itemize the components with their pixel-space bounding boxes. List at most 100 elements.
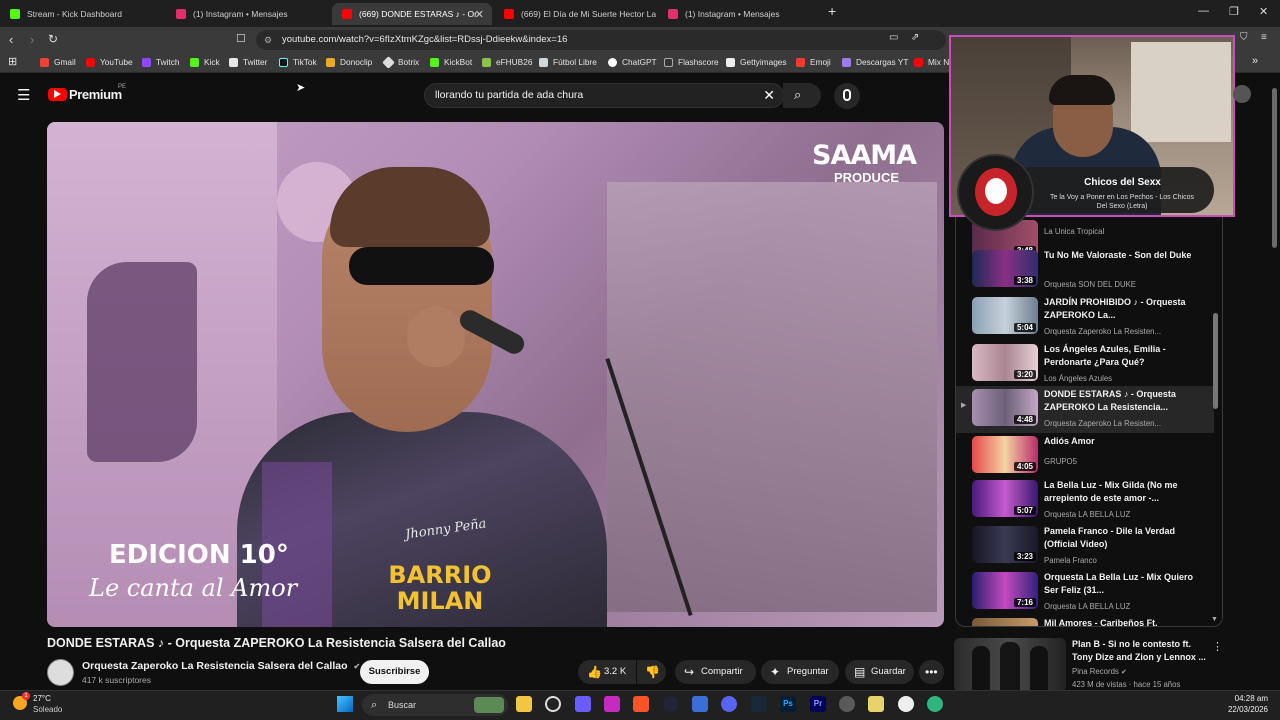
playlist-item[interactable]: 5:07 La Bella Luz - Mix Gilda (No me arr… (956, 477, 1214, 524)
playlist-item[interactable]: 7:16 Orquesta La Bella Luz - Mix Quiero … (956, 569, 1214, 616)
ask-button[interactable]: ✦ Preguntar (761, 660, 839, 684)
bookmark-descargas-yt[interactable]: Descargas YT (842, 57, 908, 67)
edge-icon[interactable] (927, 696, 943, 712)
bookmark-gettyimages[interactable]: Gettyimages (726, 57, 787, 67)
media-player-icon[interactable] (898, 696, 914, 712)
tab-youtube-active[interactable]: (669) DONDE ESTARAS ♪ - Or ✕ (332, 3, 492, 25)
bookmark-youtube[interactable]: YouTube (86, 57, 133, 67)
apps-grid-icon[interactable]: ⊞ (8, 55, 17, 68)
bookmark-icon[interactable]: ☐ (236, 32, 246, 45)
share-button[interactable]: ↪ Compartir (675, 660, 756, 684)
playlist-item[interactable]: 5:04 JARDÍN PROHIBIDO ♪ - Orquesta ZAPER… (956, 294, 1214, 341)
photoshop-icon[interactable]: Ps (780, 696, 796, 712)
windows-start-icon[interactable] (337, 696, 353, 712)
bookmark-kick[interactable]: Kick (190, 57, 220, 67)
page-scrollbar[interactable] (1272, 88, 1277, 248)
playlist-item[interactable]: 3:20 Los Ángeles Azules, Emilia - Perdon… (956, 341, 1214, 388)
cast-icon[interactable]: ▭ (889, 32, 898, 43)
extension-shield-icon[interactable]: ⛉ (1240, 32, 1248, 43)
brave-browser-icon[interactable] (633, 696, 649, 712)
bookmark-tiktok[interactable]: TikTok (279, 57, 317, 67)
more-bookmarks-icon[interactable]: » (1252, 55, 1258, 67)
bookmark-emoji[interactable]: Emoji (796, 57, 831, 67)
app-icon[interactable] (575, 696, 591, 712)
weather-description[interactable]: Soleado (33, 705, 62, 714)
url-field[interactable]: ⚙ youtube.com/watch?v=6fIzXtmKZgc&list=R… (256, 30, 946, 50)
app-icon[interactable] (663, 696, 679, 712)
tab-youtube-2[interactable]: (669) El Día de Mi Suerte Hector Lav (494, 3, 656, 25)
descargas-yt-icon (842, 57, 851, 67)
tab-kick-dashboard[interactable]: Stream - Kick Dashboard (0, 3, 165, 25)
bookmark-donoclip[interactable]: Donoclip (326, 57, 372, 67)
tab-instagram[interactable]: (1) Instagram • Mensajes (166, 3, 331, 25)
recommended-meta: 423 M de vistas · hace 15 años (1072, 680, 1181, 689)
playlist-title: Los Ángeles Azules, Emilia - Perdonarte … (1044, 344, 1166, 367)
steam-icon[interactable] (751, 696, 767, 712)
tab-instagram-2[interactable]: (1) Instagram • Mensajes (658, 3, 820, 25)
playlist-item[interactable]: 4:05 Adiós Amor GRUPO5 (956, 433, 1214, 480)
site-info-icon[interactable]: ⚙ (264, 30, 272, 50)
restore-icon[interactable]: ❐ (1229, 5, 1239, 18)
search-input[interactable]: llorando tu partida de ada chura ✕ (424, 83, 784, 108)
hamburger-menu-icon[interactable]: ☰ (17, 86, 30, 104)
sunglasses (349, 247, 494, 285)
taskbar-date[interactable]: 22/03/2026 (1220, 705, 1268, 714)
recommended-title[interactable]: Plan B - Si no le contesto ft. Tony Dize… (1072, 638, 1207, 664)
search-button[interactable]: ⌕ (783, 83, 821, 108)
reload-icon[interactable]: ↻ (48, 32, 58, 46)
taskbar-time[interactable]: 04:28 am (1230, 694, 1268, 703)
taskbar-search[interactable]: ⌕ Buscar (362, 694, 508, 716)
video-player[interactable]: SAAMA PRODUCE EDICION 10° Le canta al Am… (47, 122, 944, 627)
scroll-down-icon[interactable]: ▼ (1211, 616, 1218, 623)
share-page-icon[interactable]: ⇗ (911, 32, 919, 43)
voice-search-button[interactable] (834, 83, 860, 109)
subscribe-button[interactable]: Suscribirse (360, 660, 429, 684)
channel-name[interactable]: Orquesta Zaperoko La Resistencia Salsera… (82, 660, 360, 672)
recommended-thumbnail[interactable] (954, 638, 1066, 692)
bookmark-twitter[interactable]: Twitter (229, 57, 267, 67)
file-explorer-icon[interactable] (516, 696, 532, 712)
like-button[interactable]: 👍 3.2 K (578, 660, 636, 684)
bookmark-flashscore[interactable]: Flashscore (664, 57, 719, 67)
bookmark-gmail[interactable]: Gmail (40, 57, 76, 67)
premiere-icon[interactable]: Pr (810, 696, 826, 712)
dislike-button[interactable]: 👎 (637, 660, 666, 684)
minimize-icon[interactable]: — (1198, 5, 1209, 17)
playlist-item[interactable]: Mil Amores - Caribeños Ft. (956, 615, 1214, 626)
bookmark-efhub[interactable]: eFHUB26 (482, 57, 532, 67)
bookmark-mix[interactable]: Mix N (914, 57, 949, 67)
forward-icon[interactable]: › (30, 32, 34, 47)
close-tab-icon[interactable]: ✕ (475, 8, 484, 21)
github-icon[interactable] (545, 696, 561, 712)
bookmark-botrix[interactable]: Botrix (382, 55, 419, 69)
playlist-item[interactable]: 3:23 Pamela Franco - Dile la Verdad (Off… (956, 523, 1214, 570)
user-avatar[interactable] (1233, 85, 1251, 103)
bookmark-chatgpt[interactable]: ChatGPT (608, 57, 657, 67)
notepad-icon[interactable] (868, 696, 884, 712)
recommended-channel[interactable]: Pina Records ✔ (1072, 667, 1127, 676)
playlist-scrollbar[interactable] (1213, 313, 1218, 409)
settings-icon[interactable] (839, 696, 855, 712)
close-window-icon[interactable]: ✕ (1259, 5, 1268, 18)
like-count: 3.2 K (604, 666, 627, 677)
discord-icon[interactable] (721, 696, 737, 712)
bookmark-twitch[interactable]: Twitch (142, 57, 180, 67)
search-highlight-icon (474, 697, 504, 713)
channel-avatar[interactable] (47, 659, 74, 686)
playlist-item[interactable]: 3:38 Tu No Me Valoraste - Son del Duke O… (956, 247, 1214, 294)
app-icon[interactable] (604, 696, 620, 712)
new-tab-icon[interactable]: + (828, 3, 836, 19)
calculator-icon[interactable] (692, 696, 708, 712)
playlist-channel: Orquesta LA BELLA LUZ (1044, 510, 1131, 519)
playlist-item-current[interactable]: ▶ 4:48 DONDE ESTARAS ♪ - Orquesta ZAPERO… (956, 386, 1214, 433)
recommended-more-icon[interactable]: ⋮ (1212, 640, 1223, 653)
back-icon[interactable]: ‹ (9, 32, 13, 47)
browser-menu-icon[interactable]: ≡ (1261, 32, 1267, 43)
bookmark-futbol-libre[interactable]: Fútbol Libre (539, 57, 597, 67)
clear-search-icon[interactable]: ✕ (763, 84, 775, 107)
save-button[interactable]: ▤ Guardar (845, 660, 914, 684)
weather-temperature[interactable]: 27°C (33, 694, 51, 703)
bookmark-kickbot[interactable]: KickBot (430, 57, 472, 67)
youtube-premium-label[interactable]: Premium (69, 87, 122, 102)
more-actions-button[interactable]: ••• (919, 660, 944, 684)
